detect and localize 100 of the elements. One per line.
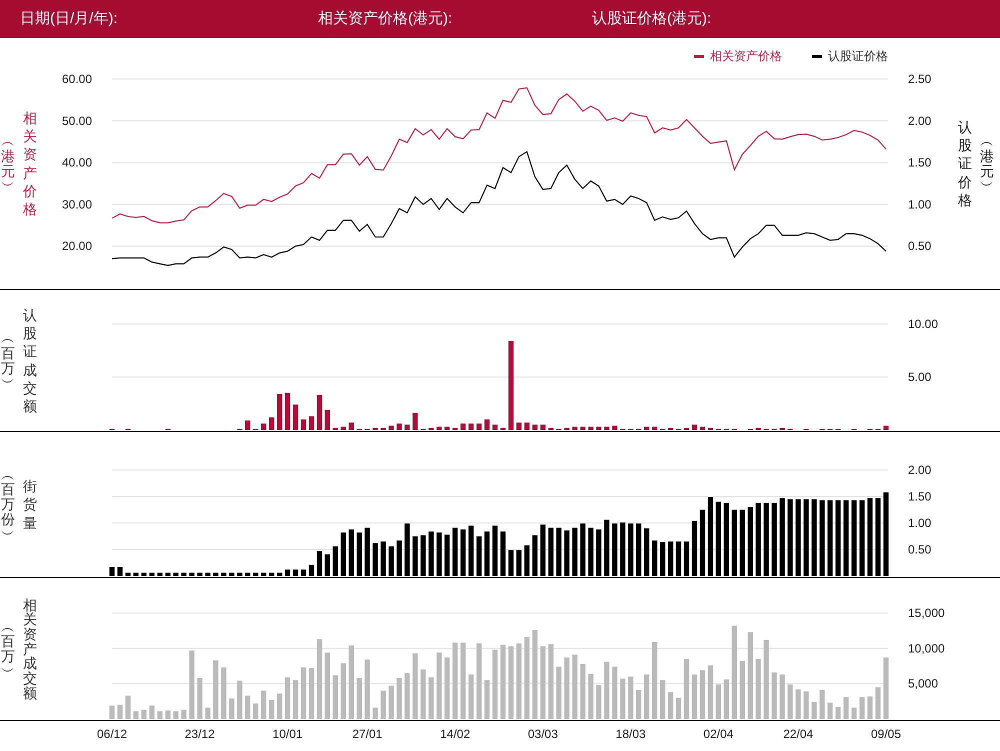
y-axis-label: 2.00 <box>908 114 932 128</box>
bar <box>117 704 123 719</box>
bar <box>428 428 434 430</box>
bar <box>532 424 538 430</box>
y-axis-label: 20.00 <box>62 239 92 254</box>
bar <box>396 424 402 430</box>
bar <box>500 428 506 430</box>
bar <box>612 426 618 430</box>
bar <box>133 711 138 719</box>
header-label: 认股证价格(港元): <box>592 10 712 27</box>
y-axis-label: 50.00 <box>62 114 92 128</box>
bar <box>772 672 777 719</box>
bar <box>580 664 586 719</box>
bar <box>396 678 402 719</box>
bar <box>292 404 298 430</box>
legend-label: 认股证价格 <box>828 48 888 65</box>
bar <box>540 424 546 430</box>
y-axis-label: 0.50 <box>908 239 932 254</box>
bar <box>300 667 306 719</box>
y-axis-label: 1.50 <box>908 490 932 504</box>
bar <box>596 685 602 719</box>
bar <box>724 679 729 719</box>
bar <box>229 698 234 719</box>
bar <box>684 428 690 430</box>
bar <box>340 426 346 430</box>
x-axis-label: 23/12 <box>184 727 215 741</box>
bar <box>796 689 801 719</box>
bar <box>269 700 274 719</box>
bar <box>308 416 314 430</box>
bar <box>620 678 626 719</box>
bar <box>820 690 825 719</box>
bar <box>468 674 474 719</box>
bar <box>644 674 650 719</box>
bar <box>740 661 745 719</box>
bar <box>157 711 162 719</box>
x-axis-label: 18/03 <box>616 727 646 741</box>
bar <box>237 680 242 719</box>
bar <box>388 426 394 430</box>
bar <box>165 710 170 719</box>
x-axis-label: 09/05 <box>870 727 902 741</box>
bar <box>205 708 210 719</box>
bar <box>213 660 218 719</box>
bar <box>428 677 434 719</box>
axis-title: 认股证价格 <box>958 118 972 209</box>
bar <box>883 658 889 719</box>
axis-title: 相关资产价格 <box>23 108 37 218</box>
bar <box>348 422 354 430</box>
header-label: 相关资产价格(港元): <box>318 10 452 27</box>
bar <box>875 687 881 719</box>
axis-title: 认股证成交额 <box>23 306 37 416</box>
bar <box>221 667 226 719</box>
x-axis-label: 03/03 <box>528 727 558 741</box>
bar <box>804 691 809 719</box>
y-axis-label: 1.00 <box>908 516 932 530</box>
y-axis-label: 40.00 <box>62 156 92 170</box>
x-axis-label: 10/01 <box>272 727 303 741</box>
bar <box>380 690 386 719</box>
bar <box>109 706 115 719</box>
bar <box>756 658 761 719</box>
bar <box>476 424 482 430</box>
bar <box>836 707 841 719</box>
bar <box>676 698 682 719</box>
bar <box>628 676 634 719</box>
bar <box>420 670 426 719</box>
legend-label: 相关资产价格 <box>710 48 782 65</box>
y-axis-label: 1.00 <box>908 197 932 212</box>
bar <box>332 675 338 719</box>
bar <box>564 658 570 719</box>
bar <box>197 678 202 719</box>
y-axis-label: 60.00 <box>62 72 92 86</box>
bar <box>668 692 674 719</box>
bar <box>404 424 410 430</box>
bar <box>548 428 554 430</box>
y-axis-label: 15,000 <box>908 606 945 620</box>
x-axis-label: 02/04 <box>703 727 734 741</box>
bar <box>492 650 498 719</box>
bar <box>780 674 785 719</box>
bar <box>436 652 442 719</box>
bar <box>716 684 721 719</box>
bar <box>692 674 698 719</box>
y-axis-label: 5,000 <box>908 676 938 691</box>
bar <box>780 428 785 430</box>
bar <box>332 428 338 430</box>
bar <box>788 684 793 719</box>
bar <box>292 680 298 719</box>
bar <box>700 670 706 719</box>
y-axis-label: 2.00 <box>908 463 932 477</box>
bar <box>261 424 266 430</box>
bar <box>556 666 562 719</box>
bar <box>860 697 865 719</box>
bar <box>492 424 498 430</box>
bar <box>580 426 586 430</box>
bar <box>852 708 857 719</box>
bar <box>277 694 282 719</box>
bar <box>388 686 394 719</box>
bar <box>173 711 178 719</box>
bar <box>812 702 817 719</box>
bar <box>245 696 250 719</box>
bar <box>700 426 706 430</box>
bar <box>269 417 274 430</box>
